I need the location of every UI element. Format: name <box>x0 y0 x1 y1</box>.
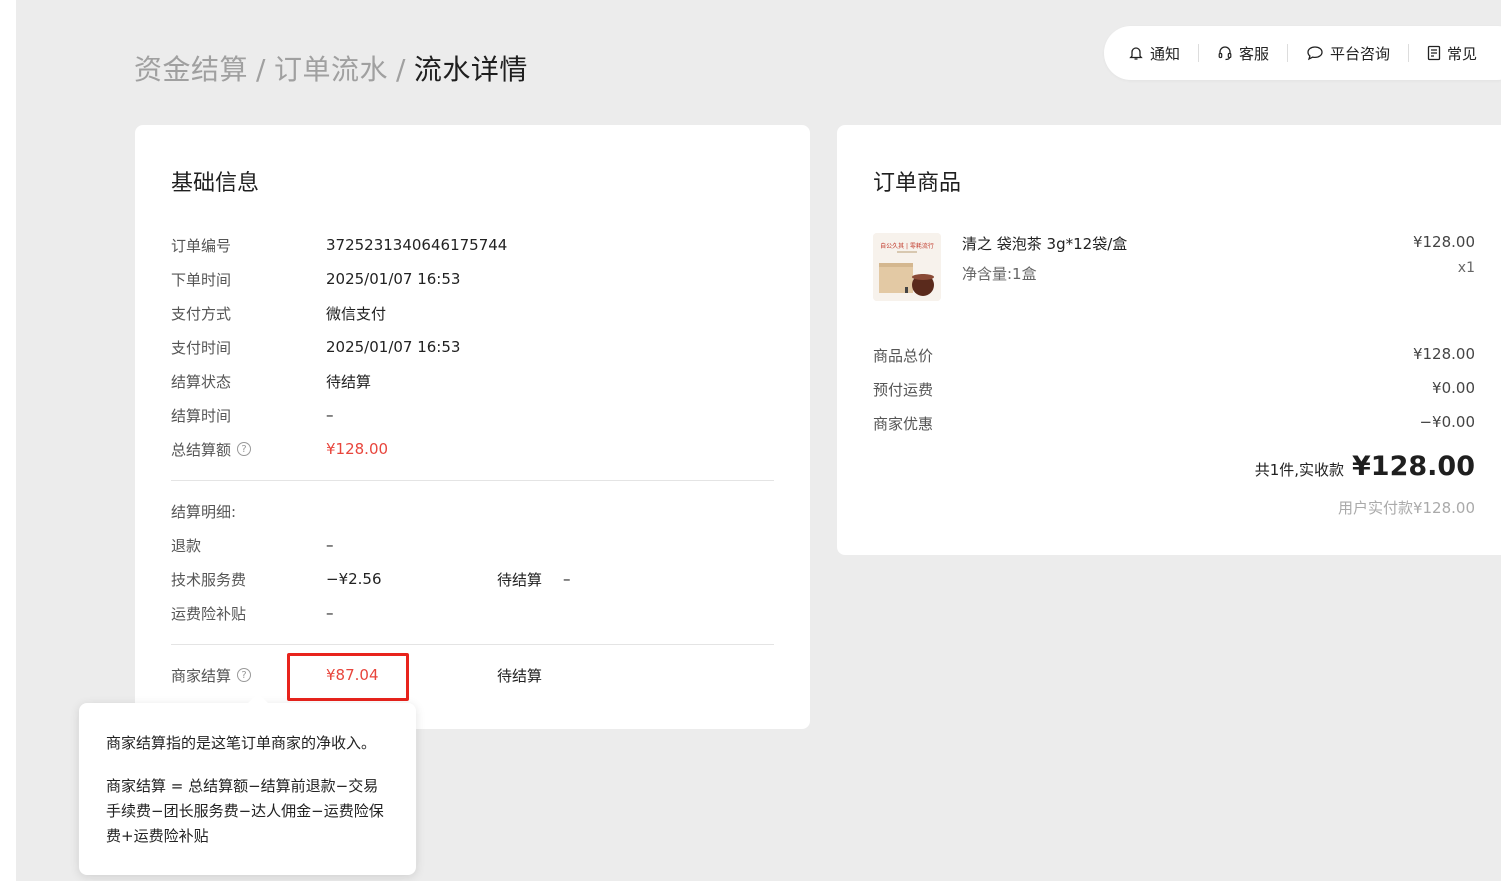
help-icon[interactable]: ? <box>237 442 252 456</box>
info-label: 订单编号 <box>171 236 232 255</box>
settlement-detail-title-row: 结算明细: <box>171 499 326 523</box>
info-value: – <box>326 536 334 554</box>
settlement-detail-title: 结算明细: <box>171 502 237 521</box>
summary-row-goods-total: 商品总价 ¥128.00 <box>873 345 1475 366</box>
info-row-settlement-status: 结算状态 待结算 <box>171 369 371 393</box>
total-settlement-value: ¥128.00 <box>326 440 389 458</box>
divider <box>171 644 774 645</box>
basic-info-title: 基础信息 <box>171 171 260 196</box>
detail-row-freight-subsidy: 运费险补贴 – <box>171 601 334 625</box>
faq-button[interactable]: 常见 <box>1427 43 1477 64</box>
chat-bubble-icon <box>1307 46 1323 61</box>
info-row-order-id: 订单编号 3725231340646175744 <box>171 233 507 257</box>
tooltip-formula: 商家结算 = 总结算额−结算前退款−交易手续费−团长服务费−达人佣金−运费险保费… <box>106 777 384 845</box>
detail-row-refund: 退款 – <box>171 533 334 557</box>
document-icon <box>1427 45 1441 61</box>
breadcrumb-item-funds[interactable]: 资金结算 <box>134 53 248 86</box>
top-action-bar: 通知 客服 平台咨询 常见 <box>1104 26 1501 80</box>
platform-consult-label: 平台咨询 <box>1330 44 1391 63</box>
summary-value: ¥0.00 <box>1432 379 1475 397</box>
product-image: 自公久其 | 零耗流行 <box>873 233 941 301</box>
tooltip-line: 商家结算指的是这笔订单商家的净收入。 <box>106 734 377 752</box>
faq-label: 常见 <box>1447 44 1478 63</box>
breadcrumb-current: 流水详情 <box>413 53 528 86</box>
detail-status-value: – <box>563 570 571 588</box>
info-value: 2025/01/07 16:53 <box>326 270 461 288</box>
info-label: 下单时间 <box>171 270 232 289</box>
product-quantity: x1 <box>1457 260 1475 276</box>
info-row-order-time: 下单时间 2025/01/07 16:53 <box>171 267 460 291</box>
detail-status: 待结算 <box>497 570 543 589</box>
headset-icon <box>1218 46 1232 61</box>
product-name[interactable]: 清之 袋泡茶 3g*12袋/盒 <box>962 233 1127 254</box>
total-received-amount: ¥128.00 <box>1352 451 1475 482</box>
summary-label: 商品总价 <box>873 347 934 365</box>
summary-label: 预付运费 <box>873 381 934 399</box>
order-products-title: 订单商品 <box>873 171 962 196</box>
info-label: 总结算额? <box>171 439 326 460</box>
breadcrumb-item-orders[interactable]: 订单流水 <box>274 53 388 86</box>
bell-icon <box>1129 47 1143 60</box>
basic-info-card: 基础信息 订单编号 3725231340646175744 下单时间 2025/… <box>135 125 810 729</box>
info-value: 微信支付 <box>326 304 387 323</box>
user-paid-amount: 用户实付款¥128.00 <box>1337 499 1475 517</box>
info-row-payment-method: 支付方式 微信支付 <box>171 301 386 325</box>
info-label: 退款 <box>171 536 202 555</box>
info-value: – <box>326 406 334 424</box>
merchant-settlement-tooltip: 商家结算指的是这笔订单商家的净收入。 商家结算 = 总结算额−结算前退款−交易手… <box>79 703 416 875</box>
info-value: 2025/01/07 16:53 <box>326 338 461 356</box>
total-received: 共1件,实收款 ¥128.00 <box>1255 451 1475 482</box>
info-label: 支付时间 <box>171 338 232 357</box>
product-spec: 净含量:1盒 <box>962 265 1037 283</box>
summary-row-discount: 商家优惠 −¥0.00 <box>873 413 1475 434</box>
notify-button[interactable]: 通知 <box>1128 43 1180 64</box>
notify-label: 通知 <box>1150 44 1181 63</box>
info-value: – <box>326 604 334 622</box>
customer-service-label: 客服 <box>1239 44 1270 63</box>
info-label: 结算状态 <box>171 372 232 391</box>
breadcrumb-separator: / <box>256 53 266 86</box>
product-image-caption: 自公久其 | 零耗流行 <box>880 242 934 250</box>
info-label: 技术服务费 <box>171 570 247 589</box>
product-thumbnail[interactable]: 自公久其 | 零耗流行 <box>873 233 941 301</box>
info-value: −¥2.56 <box>326 570 382 588</box>
info-label: 支付方式 <box>171 304 232 323</box>
info-label: 结算时间 <box>171 406 232 425</box>
total-received-label: 共1件,实收款 <box>1254 461 1345 479</box>
info-value: 3725231340646175744 <box>326 236 508 254</box>
merchant-settlement-label: 商家结算 <box>171 666 232 685</box>
platform-consult-button[interactable]: 平台咨询 <box>1306 43 1390 64</box>
summary-value: −¥0.00 <box>1419 413 1475 431</box>
divider <box>171 480 774 481</box>
merchant-settlement-status: 待结算 <box>497 666 543 685</box>
divider <box>1198 44 1200 62</box>
detail-row-service-fee: 技术服务费 −¥2.56 待结算 – <box>171 567 774 591</box>
info-row-payment-time: 支付时间 2025/01/07 16:53 <box>171 335 460 359</box>
breadcrumb-separator: / <box>395 53 406 86</box>
info-row-settlement-time: 结算时间 – <box>171 403 334 427</box>
product-price: ¥128.00 <box>1412 233 1475 251</box>
divider <box>1408 44 1410 62</box>
summary-value: ¥128.00 <box>1412 345 1475 363</box>
info-row-total-settlement: 总结算额? ¥128.00 <box>171 437 388 461</box>
total-settlement-label: 总结算额 <box>171 440 232 459</box>
info-value: 待结算 <box>326 372 372 391</box>
order-products-card: 订单商品 自公久其 | 零耗流行 清之 袋泡茶 3g*12袋/盒 净含量:1盒 … <box>837 125 1501 555</box>
divider <box>1287 44 1289 62</box>
summary-label: 商家优惠 <box>873 415 934 433</box>
customer-service-button[interactable]: 客服 <box>1217 43 1269 64</box>
merchant-settlement-row: 商家结算? ¥87.04 待结算 <box>171 663 774 687</box>
help-icon[interactable]: ? <box>237 668 252 682</box>
breadcrumb: 资金结算 / 订单流水 / 流水详情 <box>134 48 528 88</box>
info-label: 运费险补贴 <box>171 604 247 623</box>
summary-row-freight: 预付运费 ¥0.00 <box>873 379 1475 400</box>
highlight-box <box>287 653 409 701</box>
